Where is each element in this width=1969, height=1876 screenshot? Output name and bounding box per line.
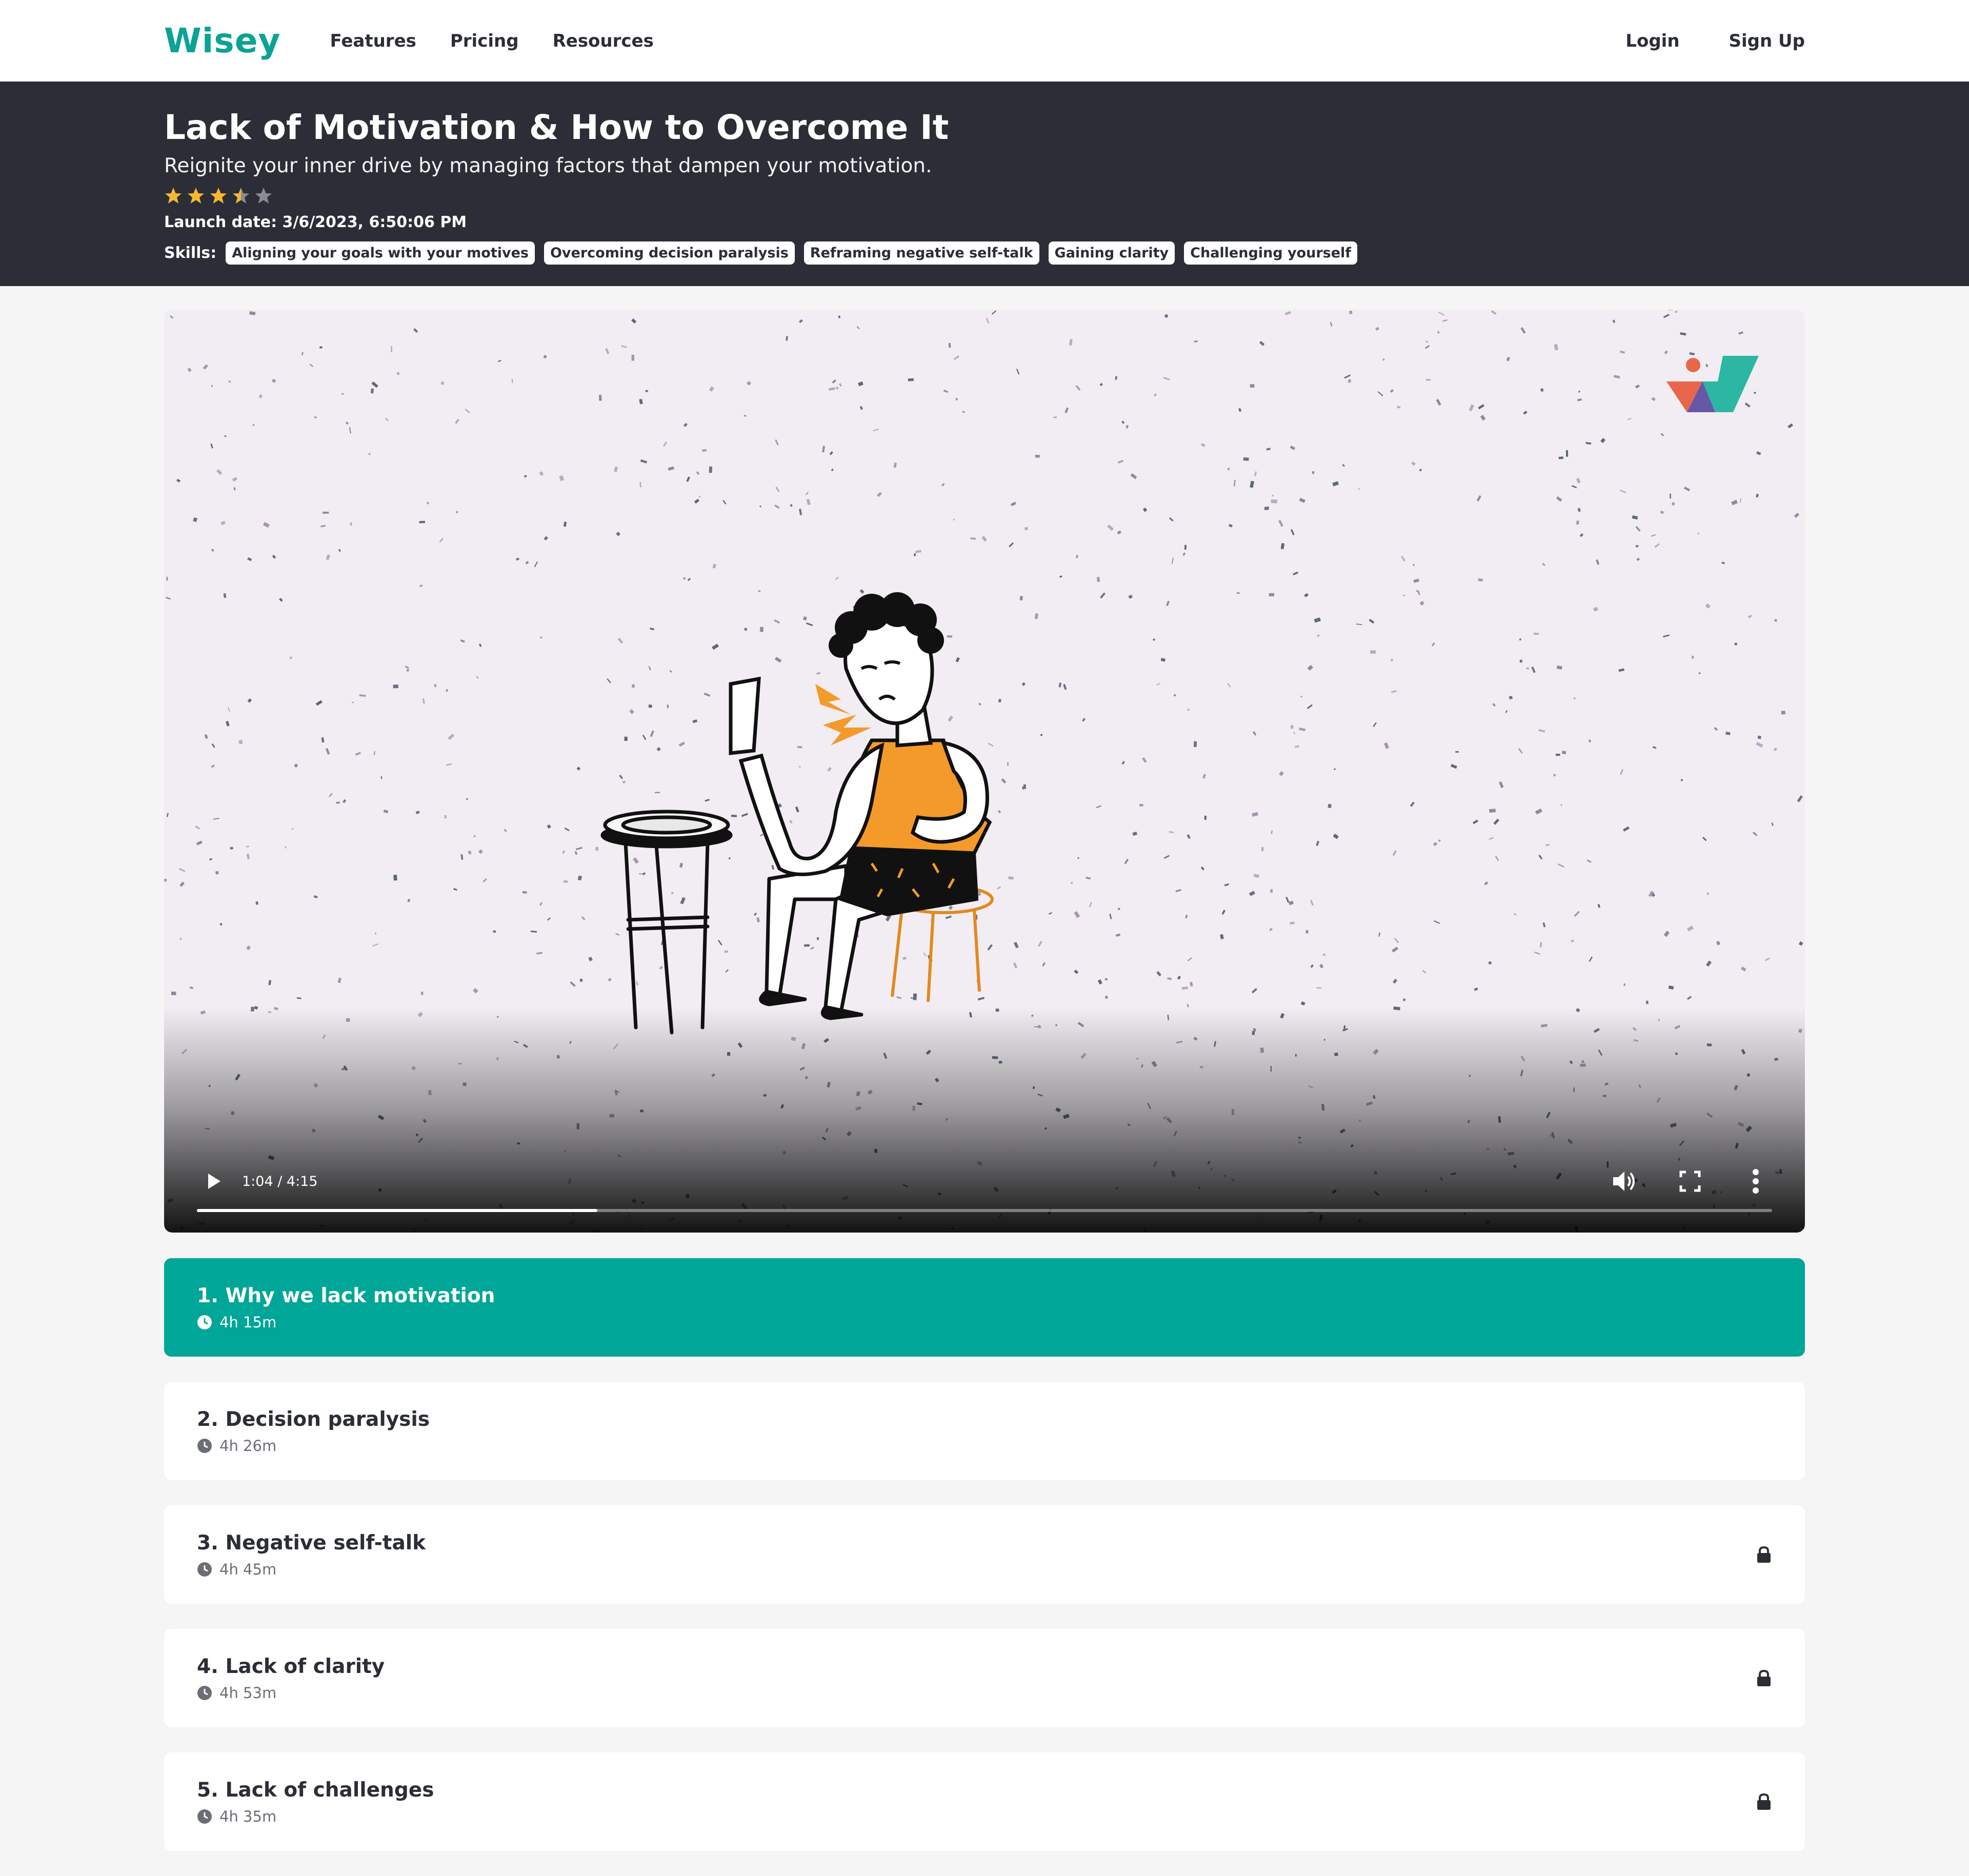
star-icon: [255, 187, 272, 204]
lesson-item[interactable]: 4. Lack of clarity 4h 53m: [164, 1629, 1805, 1727]
nav-link-features[interactable]: Features: [330, 31, 416, 51]
lesson-duration: 4h 26m: [219, 1437, 277, 1455]
course-subtitle: Reignite your inner drive by managing fa…: [164, 154, 932, 177]
star-icon: [210, 187, 227, 204]
lesson-meta: 4h 45m: [197, 1561, 1756, 1578]
clock-icon: [197, 1315, 212, 1329]
lesson-item[interactable]: 1. Why we lack motivation 4h 15m: [164, 1258, 1805, 1357]
lesson-duration: 4h 45m: [219, 1560, 277, 1578]
star-icon: [188, 187, 204, 204]
video-time: 1:04 / 4:15: [242, 1173, 318, 1189]
lesson-meta: 4h 15m: [197, 1314, 1756, 1331]
lesson-list: 1. Why we lack motivation 4h 15m 2. Deci…: [164, 1258, 1805, 1876]
clock-icon: [197, 1438, 212, 1453]
volume-icon[interactable]: [1608, 1165, 1641, 1198]
skill-tag-goals: Aligning your goals with your motives: [226, 241, 535, 265]
skills-label: Skills:: [164, 244, 217, 262]
skill-tag-decision: Overcoming decision paralysis: [544, 241, 795, 265]
video-player[interactable]: 1:04 / 4:15: [164, 310, 1805, 1233]
clock-icon: [197, 1562, 212, 1577]
brand-watermark: [1666, 356, 1759, 412]
course-title: Lack of Motivation & How to Overcome It: [164, 108, 949, 147]
lesson-info: 2. Decision paralysis 4h 26m: [197, 1408, 1756, 1455]
lesson-title: 3. Negative self-talk: [197, 1531, 426, 1555]
lesson-item[interactable]: 3. Negative self-talk 4h 45m: [164, 1505, 1805, 1604]
lesson-item[interactable]: 2. Decision paralysis 4h 26m: [164, 1382, 1805, 1480]
lesson-title: 1. Why we lack motivation: [197, 1284, 495, 1307]
wisey-logo[interactable]: Wisey: [164, 21, 281, 60]
nav-link-pricing[interactable]: Pricing: [450, 31, 519, 51]
skill-tag-self-talk: Reframing negative self-talk: [803, 241, 1039, 265]
video-progress-fill: [197, 1209, 597, 1212]
lock-icon: [1757, 1546, 1771, 1563]
course-header: Lack of Motivation & How to Overcome It …: [0, 82, 1969, 286]
skill-tag-clarity: Gaining clarity: [1048, 241, 1175, 265]
skills-row: Skills: Aligning your goals with your mo…: [164, 241, 1805, 265]
lesson-duration: 4h 53m: [219, 1684, 277, 1702]
video-controls: 1:04 / 4:15: [164, 1161, 1805, 1202]
lesson-meta: 4h 35m: [197, 1808, 1756, 1825]
top-nav: Wisey Features Pricing Resources Login S…: [0, 0, 1969, 82]
more-options-icon[interactable]: [1739, 1165, 1772, 1198]
nav-auth-links: Login Sign Up: [1576, 31, 1805, 51]
fullscreen-icon[interactable]: [1674, 1165, 1706, 1198]
play-icon[interactable]: [197, 1165, 230, 1198]
launch-date: Launch date: 3/6/2023, 6:50:06 PM: [164, 213, 467, 231]
lesson-info: 1. Why we lack motivation 4h 15m: [197, 1284, 1756, 1331]
lesson-title: 4. Lack of clarity: [197, 1655, 385, 1678]
login-link[interactable]: Login: [1625, 31, 1679, 51]
lock-icon: [1757, 1669, 1771, 1686]
skill-tag-challenge: Challenging yourself: [1184, 241, 1358, 265]
lesson-info: 4. Lack of clarity 4h 53m: [197, 1655, 1756, 1702]
rating-stars: [164, 187, 1805, 207]
star-icon: [233, 187, 249, 204]
lesson-meta: 4h 53m: [197, 1684, 1756, 1702]
lock-icon: [1757, 1793, 1771, 1810]
star-icon: [165, 187, 182, 204]
lesson-item[interactable]: 5. Lack of challenges 4h 35m: [164, 1752, 1805, 1851]
video-progress-bar[interactable]: [197, 1209, 1772, 1212]
signup-link[interactable]: Sign Up: [1729, 31, 1805, 51]
lesson-title: 2. Decision paralysis: [197, 1407, 430, 1431]
clock-icon: [197, 1685, 212, 1700]
lesson-duration: 4h 35m: [219, 1807, 277, 1825]
clock-icon: [197, 1809, 212, 1824]
lesson-meta: 4h 26m: [197, 1437, 1756, 1455]
nav-link-resources[interactable]: Resources: [553, 31, 654, 51]
lesson-info: 5. Lack of challenges 4h 35m: [197, 1779, 1756, 1825]
lesson-duration: 4h 15m: [219, 1313, 277, 1331]
lesson-info: 3. Negative self-talk 4h 45m: [197, 1531, 1756, 1578]
lesson-title: 5. Lack of challenges: [197, 1778, 434, 1802]
